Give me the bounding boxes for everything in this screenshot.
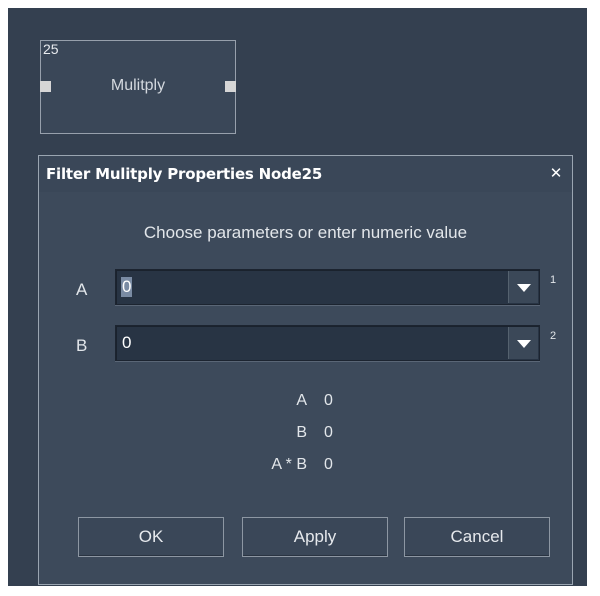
- param-a-value[interactable]: 0: [121, 277, 133, 297]
- result-a-label: A: [296, 392, 307, 409]
- chevron-down-icon[interactable]: [508, 327, 538, 359]
- node-output-port[interactable]: [225, 81, 236, 92]
- apply-button[interactable]: Apply: [242, 517, 388, 557]
- result-b-label: B: [296, 424, 307, 441]
- param-b-combobox[interactable]: 0: [115, 325, 540, 361]
- close-icon[interactable]: ✕: [548, 165, 564, 181]
- param-b-value[interactable]: 0: [122, 333, 131, 353]
- dialog-titlebar[interactable]: Filter Mulitply Properties Node25 ✕: [39, 156, 572, 192]
- param-b-label: B: [76, 336, 88, 355]
- node-title: Mulitply: [110, 77, 166, 94]
- result-row-b: B 0: [39, 424, 572, 449]
- param-a-combobox[interactable]: 0: [115, 269, 540, 305]
- multiply-node[interactable]: 25 Mulitply: [40, 40, 236, 134]
- cancel-button[interactable]: Cancel: [404, 517, 550, 557]
- node-editor-canvas[interactable]: 25 Mulitply Filter Mulitply Properties N…: [8, 8, 587, 586]
- chevron-down-icon[interactable]: [508, 271, 538, 303]
- result-product-value: 0: [324, 456, 333, 473]
- param-a-label: A: [76, 280, 88, 299]
- result-a-value: 0: [324, 392, 333, 409]
- result-row-a: A 0: [39, 392, 572, 417]
- dialog-instruction: Choose parameters or enter numeric value: [143, 223, 468, 242]
- dialog-title: Filter Mulitply Properties Node25: [46, 165, 323, 183]
- param-a-index: 1: [550, 274, 557, 286]
- ok-button[interactable]: OK: [78, 517, 224, 557]
- result-row-product: A * B 0: [39, 456, 572, 481]
- node-id: 25: [43, 41, 59, 57]
- param-b-index: 2: [550, 330, 557, 342]
- result-product-label: A * B: [271, 456, 307, 473]
- result-b-value: 0: [324, 424, 333, 441]
- properties-dialog: Filter Mulitply Properties Node25 ✕ Choo…: [38, 155, 573, 585]
